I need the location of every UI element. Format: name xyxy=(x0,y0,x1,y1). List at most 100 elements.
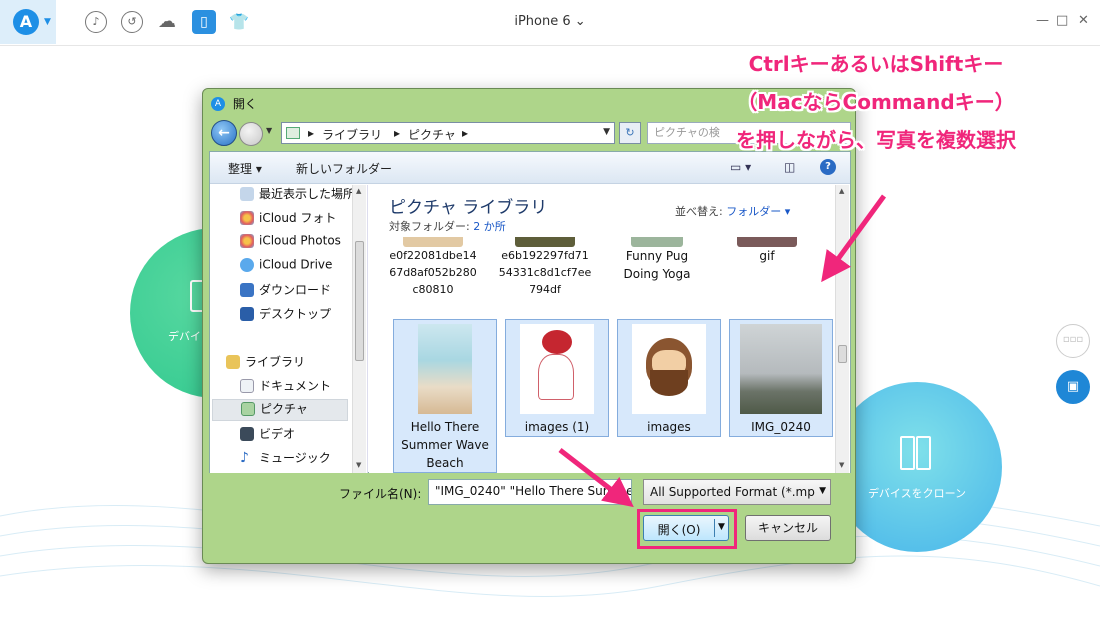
chevron-down-icon: ⌄ xyxy=(574,14,586,29)
file-list-scrollbar[interactable]: ▲ ▼ xyxy=(835,185,849,473)
photo-thumbnail xyxy=(737,237,797,247)
photo-thumbnail xyxy=(631,237,683,247)
annotation-line-3: を押しながら、写真を複数選択 xyxy=(736,128,1016,152)
filename-input[interactable]: "IMG_0240" "Hello There Summer xyxy=(428,479,632,505)
file-item-selected[interactable]: Hello There Summer Wave Beach xyxy=(393,319,497,473)
file-item[interactable]: gif xyxy=(715,237,819,311)
new-folder-button[interactable]: 新しいフォルダー xyxy=(296,160,392,177)
sidebar-item-music[interactable]: ♪ ミュージック xyxy=(240,449,331,471)
documents-icon xyxy=(240,378,254,393)
file-name: images (1) xyxy=(524,420,590,434)
sidebar-item-videos[interactable]: ビデオ xyxy=(240,425,295,447)
photo-thumbnail xyxy=(515,237,575,247)
file-name: images xyxy=(647,420,691,434)
file-item[interactable]: e0f22081dbe14 67d8af052b280 c80810 xyxy=(381,237,485,311)
forward-button[interactable] xyxy=(239,122,263,146)
organize-menu[interactable]: 整理 ▾ xyxy=(228,160,262,177)
dialog-title: 開く xyxy=(232,97,257,111)
breadcrumb-pictures[interactable]: ピクチャ xyxy=(408,126,456,143)
view-options-icon[interactable]: ▭ ▾ xyxy=(730,160,751,174)
file-name: e6b192297fd71 54331c8d1cf7ee 794df xyxy=(498,249,592,296)
library-subtitle: 対象フォルダー: 2 か所 xyxy=(389,220,506,233)
photo-thumbnail xyxy=(740,324,822,414)
sidebar-item-recent[interactable]: 最近表示した場所 xyxy=(240,185,355,207)
icloud-drive-icon xyxy=(240,257,254,272)
tshirt-icon[interactable]: 👕 xyxy=(228,11,250,33)
music-icon: ♪ xyxy=(240,449,249,466)
sidebar-group-libraries[interactable]: ライブラリ xyxy=(226,353,305,375)
videos-icon xyxy=(240,426,254,441)
cancel-button[interactable]: キャンセル xyxy=(745,515,831,541)
annotation-line-2: （MacならCommandキー） xyxy=(737,90,1015,114)
sort-by: 並べ替え: フォルダー ▾ xyxy=(675,205,791,218)
app-toolbar: A ▼ ♪ ↺ ☁ ▯ 👕 iPhone 6 ⌄ — □ ✕ xyxy=(0,0,1100,46)
target-folders-link[interactable]: 2 か所 xyxy=(473,220,506,233)
device-selector[interactable]: iPhone 6 ⌄ xyxy=(500,14,600,29)
filename-label: ファイル名(N): xyxy=(339,487,422,501)
dialog-title-bar: A 開く xyxy=(211,95,257,113)
dialog-toolbar: 整理 ▾ 新しいフォルダー ▭ ▾ ◫ ? xyxy=(210,152,850,184)
file-item-selected[interactable]: images (1) xyxy=(505,319,609,437)
scroll-thumb[interactable] xyxy=(838,345,847,363)
sidebar-item-pictures[interactable]: ピクチャ xyxy=(212,399,348,421)
minimize-button[interactable]: — xyxy=(1036,13,1049,28)
dialog-content: 整理 ▾ 新しいフォルダー ▭ ▾ ◫ ? 最近表示した場所 iCloud フォ… xyxy=(209,151,851,473)
pictures-icon xyxy=(286,127,300,139)
open-options-dropdown-icon[interactable]: ▼ xyxy=(718,522,725,532)
clone-device-circle[interactable]: デバイスをクローン xyxy=(832,382,1002,552)
sidebar-item-downloads[interactable]: ダウンロード xyxy=(240,281,331,303)
sidebar-item-desktop[interactable]: デスクトップ xyxy=(240,305,331,327)
download-folder-icon xyxy=(240,282,254,297)
scroll-thumb[interactable] xyxy=(355,241,364,361)
address-dropdown-icon[interactable]: ▼ xyxy=(603,127,610,137)
file-item[interactable]: e6b192297fd71 54331c8d1cf7ee 794df xyxy=(493,237,597,311)
sidebar-item-documents[interactable]: ドキュメント xyxy=(240,377,331,399)
file-name: e0f22081dbe14 67d8af052b280 c80810 xyxy=(389,249,477,296)
music-note-icon[interactable]: ♪ xyxy=(85,11,107,33)
refresh-button[interactable]: ↻ xyxy=(619,122,641,144)
recent-locations-dropdown[interactable]: ▼ xyxy=(266,126,272,135)
photo-thumbnail xyxy=(418,324,472,414)
chevron-down-icon: ▼ xyxy=(44,17,51,27)
sidebar-item-icloud-photo-jp[interactable]: iCloud フォト xyxy=(240,209,336,231)
file-item-selected[interactable]: images xyxy=(617,319,721,437)
file-list-pane: ピクチャ ライブラリ 対象フォルダー: 2 か所 並べ替え: フォルダー ▾ e… xyxy=(369,185,850,473)
desktop-icon xyxy=(240,306,254,321)
sidebar-item-icloud-photos[interactable]: iCloud Photos xyxy=(240,233,341,255)
annotation-line-1: CtrlキーあるいはShiftキー xyxy=(748,52,1004,76)
open-file-dialog: A 開く ← ▼ ▸ ライブラリ ▸ ピクチャ ▸ ▼ ↻ ピクチャの検 整理 … xyxy=(202,88,856,564)
preview-pane-icon[interactable]: ◫ xyxy=(784,160,795,174)
backup-restore-icon[interactable]: ↺ xyxy=(121,11,143,33)
cloud-icon[interactable]: ☁ xyxy=(156,11,178,33)
photo-thumbnail xyxy=(403,237,463,247)
file-type-select[interactable]: All Supported Format (*.mp ▼ xyxy=(643,479,831,505)
back-button[interactable]: ← xyxy=(211,120,237,146)
clone-device-label: デバイスをクローン xyxy=(867,487,967,500)
file-item-selected[interactable]: IMG_0240 xyxy=(729,319,833,437)
device-manager-label: デバイ xyxy=(168,330,201,343)
sidebar-item-icloud-drive[interactable]: iCloud Drive xyxy=(240,257,332,279)
chevron-down-icon: ▼ xyxy=(819,486,826,496)
library-title: ピクチャ ライブラリ xyxy=(389,198,548,218)
icloud-photos-icon xyxy=(240,233,254,248)
file-item[interactable]: Funny Pug Doing Yoga xyxy=(605,237,709,311)
grid-view-button[interactable]: ▫▫▫ xyxy=(1056,324,1090,358)
close-button[interactable]: ✕ xyxy=(1078,13,1089,28)
help-icon[interactable]: ? xyxy=(820,159,836,175)
breadcrumb-library[interactable]: ライブラリ xyxy=(322,126,382,143)
sidebar-scrollbar[interactable]: ▲ ▼ xyxy=(352,185,366,473)
file-name: Funny Pug Doing Yoga xyxy=(623,249,691,281)
device-name: iPhone 6 xyxy=(514,14,571,29)
app-logo-icon: A xyxy=(211,96,225,111)
phone-device-icon[interactable]: ▯ xyxy=(192,10,216,34)
photo-thumbnail xyxy=(520,324,594,414)
toolkit-button[interactable]: ▣ xyxy=(1056,370,1090,404)
file-name: IMG_0240 xyxy=(751,420,811,434)
maximize-button[interactable]: □ xyxy=(1056,13,1068,28)
app-menu-button[interactable]: A ▼ xyxy=(0,0,56,44)
pictures-icon xyxy=(241,401,255,416)
sort-by-dropdown[interactable]: フォルダー ▾ xyxy=(726,205,790,218)
open-button[interactable]: 開く(O) ▼ xyxy=(643,515,729,541)
navigation-pane: 最近表示した場所 iCloud フォト iCloud Photos iCloud… xyxy=(210,185,368,473)
address-bar[interactable]: ▸ ライブラリ ▸ ピクチャ ▸ ▼ xyxy=(281,122,615,144)
